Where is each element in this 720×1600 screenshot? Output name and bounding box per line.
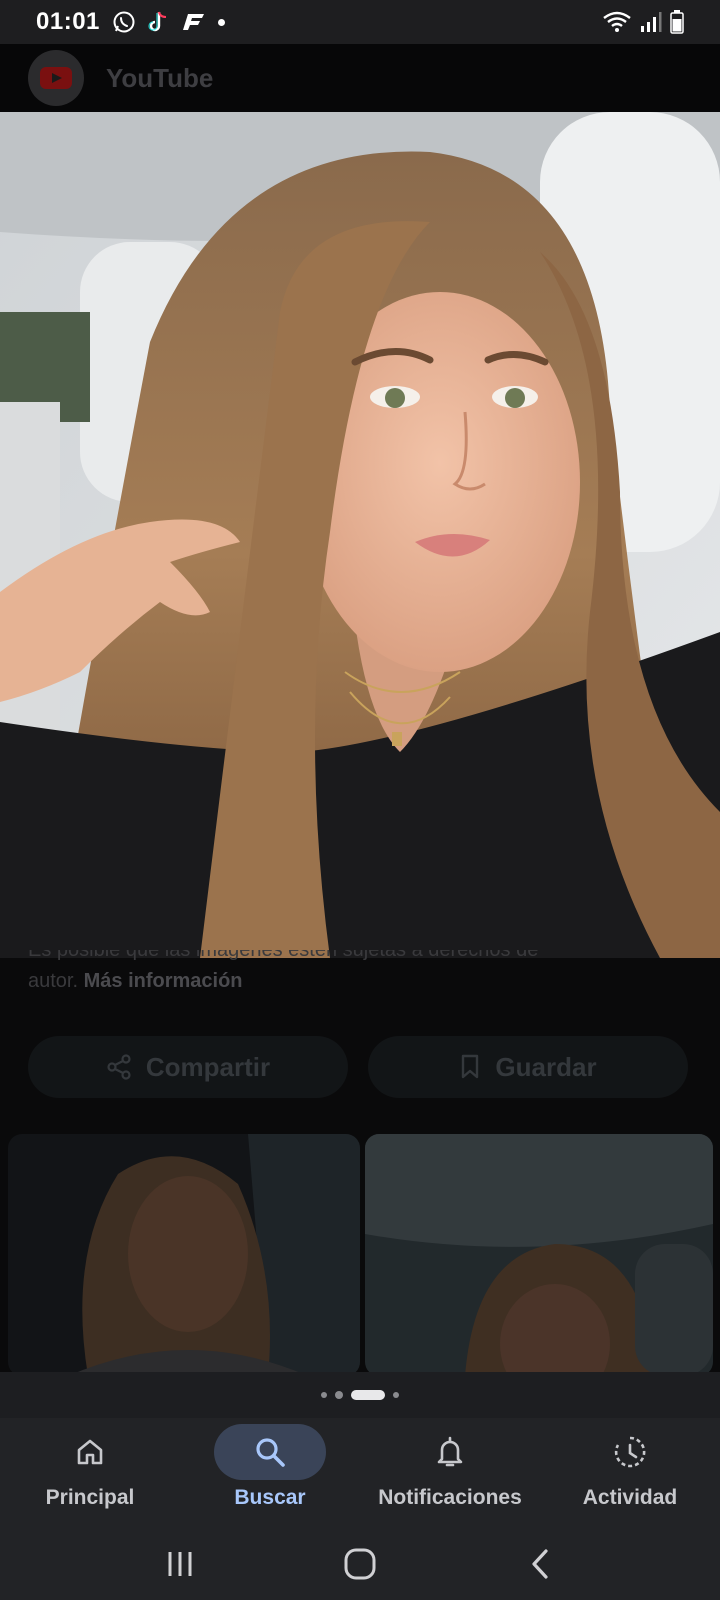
save-label: Guardar — [495, 1051, 597, 1082]
nav-label: Actividad — [582, 1486, 678, 1509]
recents-icon — [168, 1552, 192, 1576]
pager-dot — [393, 1392, 399, 1398]
nav-icon-container — [394, 1424, 506, 1480]
nav-label: Notificaciones — [378, 1486, 522, 1509]
battery-icon — [670, 10, 684, 34]
system-navigation-bar — [0, 1528, 720, 1600]
status-notification-icons — [112, 10, 225, 34]
source-header: YouTube — [0, 44, 720, 112]
search-icon — [256, 1438, 285, 1467]
status-bar: 01:01 — [0, 0, 720, 44]
tiktok-icon — [148, 11, 166, 32]
home-circle-icon — [344, 1548, 376, 1580]
save-button[interactable]: Guardar — [368, 1036, 688, 1098]
nav-icon-container — [574, 1424, 686, 1480]
notification-dot — [217, 18, 225, 26]
bottom-navigation: Principal Buscar Notificaciones Activida… — [0, 1418, 720, 1528]
more-info-link[interactable]: Más información — [84, 970, 243, 992]
pager-dot — [321, 1392, 327, 1398]
back-button[interactable] — [510, 1540, 570, 1588]
f-app-icon — [182, 14, 204, 30]
pager-dot — [335, 1391, 343, 1399]
whatsapp-icon — [113, 11, 135, 33]
photo-illustration — [0, 112, 720, 958]
thumbnail-image — [365, 1134, 713, 1376]
back-icon — [532, 1549, 548, 1579]
bell-icon — [437, 1436, 463, 1467]
related-image-thumbnail[interactable] — [8, 1134, 360, 1376]
nav-label: Buscar — [234, 1486, 306, 1509]
source-name: YouTube — [106, 62, 214, 93]
nav-item-actividad[interactable]: Actividad — [540, 1418, 720, 1528]
signal-icon — [641, 12, 662, 32]
home-icon — [77, 1439, 103, 1465]
share-label: Compartir — [145, 1051, 271, 1082]
recents-button[interactable] — [150, 1540, 210, 1588]
copyright-line1: Es posible que las imágenes estén sujeta… — [28, 950, 539, 961]
share-icon — [107, 1054, 131, 1080]
related-image-thumbnail[interactable] — [365, 1134, 713, 1376]
nav-label: Principal — [45, 1486, 135, 1509]
nav-item-notificaciones[interactable]: Notificaciones — [360, 1418, 540, 1528]
share-button[interactable]: Compartir — [28, 1036, 348, 1098]
pager-dot-active — [351, 1390, 385, 1400]
bookmark-icon — [462, 1054, 479, 1079]
nav-icon-container — [214, 1424, 326, 1480]
thumbnail-image — [8, 1134, 360, 1376]
nav-icon-container — [34, 1424, 146, 1480]
source-avatar — [28, 50, 84, 106]
activity-icon — [614, 1436, 646, 1468]
copyright-line2-prefix: autor. — [28, 970, 79, 992]
image-pager-indicator — [0, 1372, 720, 1418]
youtube-logo-icon — [40, 67, 72, 89]
fullscreen-image[interactable] — [0, 112, 720, 958]
wifi-icon — [603, 11, 631, 32]
copyright-notice: Es posible que las imágenes estén sujeta… — [28, 950, 668, 997]
status-system-icons — [602, 10, 684, 34]
home-system-button[interactable] — [330, 1540, 390, 1588]
nav-item-buscar[interactable]: Buscar — [180, 1418, 360, 1528]
nav-item-principal[interactable]: Principal — [0, 1418, 180, 1528]
status-time: 01:01 — [36, 8, 100, 35]
